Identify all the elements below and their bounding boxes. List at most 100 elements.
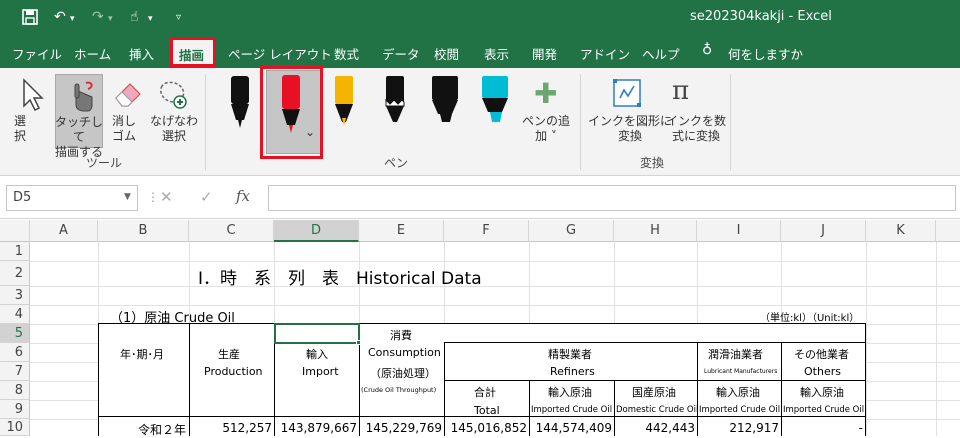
header-throughput-jp: （原油処理） [370, 367, 436, 380]
enter-icon[interactable]: ✓ [200, 188, 213, 206]
black-pen-icon[interactable] [228, 76, 252, 131]
eraser-icon [112, 78, 144, 113]
ribbon: 選 択 タッチして 描画する 消し ゴム なげなわ 選択 ツール ⌄ ✚ ペンの… [0, 68, 960, 176]
customize-quick-access-icon[interactable]: ▿ [176, 12, 181, 23]
selected-cell-d5[interactable] [274, 323, 360, 344]
select-all-corner[interactable] [0, 220, 30, 242]
add-pen-button[interactable]: ペンの追 加 ˅ [522, 114, 570, 144]
lasso-select-button[interactable]: なげなわ 選択 [150, 114, 198, 144]
col-header-g[interactable]: G [529, 220, 614, 242]
row-header-1[interactable]: 1 [0, 242, 30, 261]
header-lubricant-jp: 潤滑油業者 [708, 348, 763, 361]
column-headers: A B C D E F G H I J K [0, 220, 960, 242]
col-header-c[interactable]: C [189, 220, 274, 242]
lasso-icon [156, 78, 188, 113]
row-header-5[interactable]: 5 [0, 324, 30, 343]
header-others-imported-en: Imported Crude Oil [783, 405, 865, 415]
title-bar: ↶ ▾ ↷ ▾ ☝ ▾ ▿ se202304kakji - Excel [0, 0, 960, 36]
header-domestic-crude-en: Domestic Crude Oil [616, 405, 699, 415]
formula-bar: D5 ▼ ⋮ ✕ ✓ fx [0, 177, 960, 219]
header-domestic-crude-jp: 国産原油 [632, 386, 676, 399]
ink-to-math-button[interactable]: インクを数 式に変換 [666, 114, 726, 144]
header-consumption-jp: 消費 [390, 329, 412, 342]
tab-review[interactable]: 校閲 [434, 44, 459, 63]
tab-insert[interactable]: 挿入 [129, 44, 154, 63]
header-others-en: Others [804, 365, 841, 378]
pen-highlight-box [260, 66, 323, 159]
col-header-k[interactable]: K [866, 220, 936, 242]
undo-icon[interactable]: ↶ [54, 9, 66, 25]
header-period: 年･期･月 [120, 348, 164, 361]
cell-imported-r10: 144,574,409 [535, 421, 612, 435]
row-header-7[interactable]: 7 [0, 362, 30, 381]
cell-production-r10: 512,257 [222, 421, 272, 435]
convert-group-label: 変換 [640, 156, 665, 170]
header-production-jp: 生産 [218, 348, 240, 361]
col-header-i[interactable]: I [697, 220, 781, 242]
name-box[interactable]: D5 [6, 185, 138, 211]
fill-handle[interactable] [356, 340, 361, 345]
touch-dropdown-icon[interactable]: ▾ [148, 14, 153, 24]
row-header-2[interactable]: 2 [0, 261, 30, 286]
col-header-b[interactable]: B [98, 220, 189, 242]
ink-to-shape-icon [612, 78, 642, 111]
unit-label: （単位:kl）（Unit:kl） [760, 313, 860, 324]
col-header-h[interactable]: H [614, 220, 697, 242]
tab-addins[interactable]: アドイン [580, 44, 630, 63]
tab-view[interactable]: 表示 [484, 44, 509, 63]
insert-function-icon[interactable]: fx [236, 187, 250, 205]
header-imported-crude-en: Imported Crude Oil [531, 405, 613, 415]
row-header-3[interactable]: 3 [0, 286, 30, 305]
tab-developer[interactable]: 開発 [532, 44, 557, 63]
tab-home[interactable]: ホーム [74, 44, 111, 63]
formula-input[interactable] [268, 185, 956, 211]
tools-group-label: ツール [86, 156, 123, 170]
tell-me-search[interactable]: 何をしますか [728, 44, 803, 63]
tab-draw[interactable]: 描画 [170, 37, 216, 67]
row-header-6[interactable]: 6 [0, 343, 30, 362]
header-lubricant-en: Lubricant Manufacturers [704, 368, 778, 375]
col-header-j[interactable]: J [781, 220, 866, 242]
orange-pencil-icon[interactable] [332, 76, 356, 131]
ink-to-math-icon: π [672, 76, 690, 106]
save-icon[interactable] [22, 9, 38, 29]
cell-domestic-r10: 442,443 [645, 421, 695, 435]
col-header-e[interactable]: E [359, 220, 444, 242]
header-total-en: Total [474, 404, 500, 417]
undo-dropdown-icon[interactable]: ▾ [70, 14, 75, 24]
tab-page-layout[interactable]: ページ レイアウト [228, 44, 332, 63]
galaxy-pen-icon[interactable] [382, 76, 408, 131]
header-imported-crude-jp: 輸入原油 [548, 386, 592, 399]
cell-total-r10: 145,016,852 [450, 421, 527, 435]
tab-data[interactable]: データ [382, 44, 420, 63]
header-throughput-en: (Crude Oil Throughput) [361, 386, 437, 394]
tab-formulas[interactable]: 数式 [334, 44, 359, 63]
lightbulb-icon[interactable]: ♁ [702, 42, 712, 58]
tab-help[interactable]: ヘルプ [642, 44, 680, 63]
header-refiners-jp: 精製業者 [548, 348, 592, 361]
header-lubricant-imported-en: Imported Crude Oil [699, 405, 781, 415]
row-header-8[interactable]: 8 [0, 381, 30, 400]
select-icon [20, 78, 46, 115]
cyan-highlighter-icon[interactable] [480, 76, 510, 131]
touch-mode-icon[interactable]: ☝ [130, 9, 139, 25]
col-header-f[interactable]: F [444, 220, 529, 242]
cell-others-r10: - [858, 421, 863, 435]
row-header-9[interactable]: 9 [0, 400, 30, 419]
ink-to-shape-button[interactable]: インクを図形に 変換 [588, 114, 672, 144]
col-header-a[interactable]: A [30, 220, 98, 242]
add-pen-icon: ✚ [534, 77, 558, 110]
redo-dropdown-icon[interactable]: ▾ [108, 14, 113, 24]
touch-draw-button[interactable]: タッチして 描画する [55, 74, 103, 159]
black-highlighter-icon[interactable] [430, 76, 460, 131]
select-button[interactable]: 選 択 [14, 114, 26, 144]
header-production-en: Production [204, 365, 263, 378]
col-header-d[interactable]: D [274, 220, 359, 242]
row-header-10[interactable]: 10 [0, 419, 30, 436]
row-header-4[interactable]: 4 [0, 305, 30, 324]
cancel-icon[interactable]: ✕ [160, 188, 173, 206]
eraser-button[interactable]: 消し ゴム [112, 114, 136, 144]
redo-icon[interactable]: ↷ [92, 9, 104, 25]
tab-file[interactable]: ファイル [12, 44, 62, 63]
namebox-dropdown-icon[interactable]: ▼ [124, 192, 131, 202]
